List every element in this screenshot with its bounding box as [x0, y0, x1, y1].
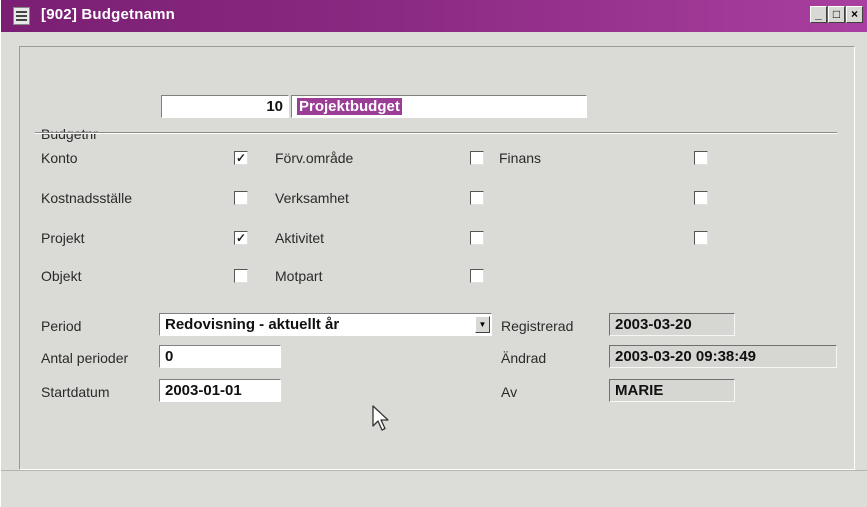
- antal-perioder-label: Antal perioder: [41, 350, 129, 366]
- kostnadsstalle-checkbox[interactable]: [234, 191, 248, 205]
- period-select[interactable]: Redovisning - aktuellt år ▼: [159, 313, 492, 336]
- budget-window: [902] Budgetnamn _ □ × Budgetnr 10 Proje…: [0, 0, 867, 507]
- chevron-down-icon[interactable]: ▼: [475, 316, 490, 333]
- aktivitet-checkbox[interactable]: [470, 231, 484, 245]
- forv-omrade-label: Förv.område: [275, 150, 354, 166]
- status-bar: [1, 470, 867, 507]
- registrerad-field: 2003-03-20: [609, 313, 735, 336]
- budgetnr-label: Budgetnr: [41, 126, 98, 142]
- period-value: Redovisning - aktuellt år: [165, 316, 340, 333]
- startdatum-label: Startdatum: [41, 384, 110, 400]
- extra3-checkbox[interactable]: [694, 231, 708, 245]
- minimize-button[interactable]: _: [810, 6, 827, 23]
- kostnadsstalle-label: Kostnadsställe: [41, 190, 133, 206]
- finans-label: Finans: [499, 150, 542, 166]
- andrad-field: 2003-03-20 09:38:49: [609, 345, 837, 368]
- objekt-checkbox[interactable]: [234, 269, 248, 283]
- mouse-pointer-icon: [372, 405, 389, 431]
- forv-omrade-checkbox[interactable]: [470, 151, 484, 165]
- aktivitet-label: Aktivitet: [275, 230, 325, 246]
- verksamhet-checkbox[interactable]: [470, 191, 484, 205]
- andrad-label: Ändrad: [501, 350, 547, 366]
- close-button[interactable]: ×: [846, 6, 863, 23]
- motpart-label: Motpart: [275, 268, 323, 284]
- av-label: Av: [501, 384, 518, 400]
- startdatum-input[interactable]: 2003-01-01: [159, 379, 281, 402]
- budgetnr-input[interactable]: 10: [161, 95, 289, 118]
- finans-checkbox[interactable]: [694, 151, 708, 165]
- konto-checkbox[interactable]: ✓: [234, 151, 248, 165]
- maximize-button[interactable]: □: [828, 6, 845, 23]
- verksamhet-label: Verksamhet: [275, 190, 349, 206]
- av-field: MARIE: [609, 379, 735, 402]
- period-label: Period: [41, 318, 82, 334]
- projekt-checkbox[interactable]: ✓: [234, 231, 248, 245]
- motpart-checkbox[interactable]: [470, 269, 484, 283]
- registrerad-label: Registrerad: [501, 318, 574, 334]
- extra2-checkbox[interactable]: [694, 191, 708, 205]
- projekt-label: Projekt: [41, 230, 85, 246]
- document-icon[interactable]: [13, 7, 30, 25]
- title-bar[interactable]: [902] Budgetnamn _ □ ×: [1, 0, 867, 32]
- budget-name-selected-text: Projektbudget: [297, 98, 402, 115]
- divider: [35, 132, 837, 134]
- konto-label: Konto: [41, 150, 78, 166]
- antal-perioder-input[interactable]: 0: [159, 345, 281, 368]
- objekt-label: Objekt: [41, 268, 82, 284]
- window-title: [902] Budgetnamn: [41, 6, 176, 23]
- budget-name-input[interactable]: Projektbudget: [291, 95, 587, 118]
